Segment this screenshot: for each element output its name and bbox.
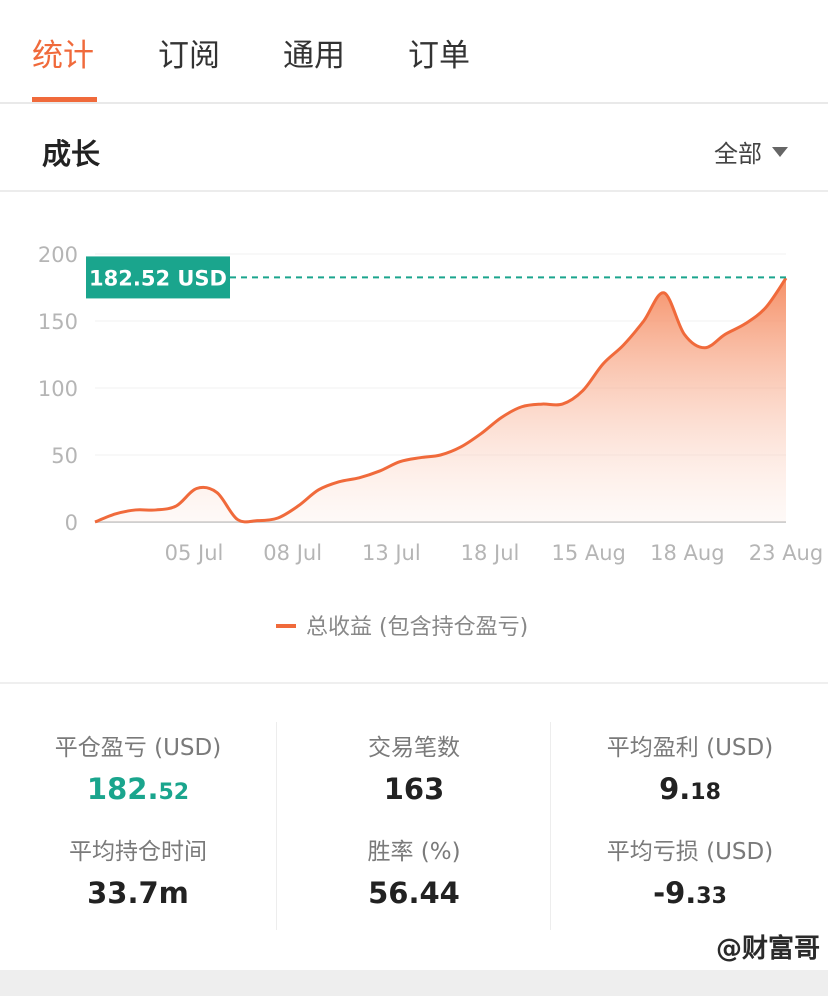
section-title: 成长 (42, 137, 101, 171)
x-tick-label: 15 Aug (551, 541, 625, 565)
x-tick-label: 18 Aug (650, 541, 724, 565)
tab-subscription[interactable]: 订阅 (158, 30, 220, 75)
column-separator (550, 722, 551, 930)
stat-label: 交易笔数 (368, 735, 460, 761)
y-tick-label: 0 (65, 511, 78, 535)
column-separator (276, 722, 277, 930)
caret-down-icon (772, 146, 788, 157)
x-tick-label: 18 Jul (461, 541, 520, 565)
stat-label: 平仓盈亏 (USD) (54, 735, 222, 761)
stat-value: 56.44 (368, 876, 460, 910)
stat-avg-loss: 平均亏损 (USD) -9.33 (552, 832, 828, 910)
growth-header: 成长 全部 (0, 104, 828, 192)
y-tick-label: 150 (38, 310, 78, 334)
stat-label: 胜率 (%) (367, 839, 461, 865)
stat-trade-count: 交易笔数 163 (276, 728, 552, 806)
stat-value: 9.18 (659, 772, 721, 806)
stat-realized-pnl: 平仓盈亏 (USD) 182.52 (0, 728, 276, 806)
x-tick-label: 08 Jul (263, 541, 322, 565)
stat-value: 182.52 (86, 772, 190, 806)
callout-label: 182.52 USD (89, 266, 227, 290)
tab-statistics[interactable]: 统计 (32, 30, 94, 75)
stat-value: 33.7m (87, 876, 189, 910)
x-tick-label: 23 Aug (749, 541, 823, 565)
divider (0, 682, 828, 684)
y-tick-label: 50 (51, 444, 78, 468)
tab-general[interactable]: 通用 (283, 30, 345, 75)
growth-chart: 200 150 100 50 0 05 Jul 08 Jul 13 Jul 18 Jul 15 … (38, 243, 823, 640)
active-tab-indicator (32, 97, 97, 102)
y-tick-label: 200 (38, 243, 78, 267)
range-filter-label: 全部 (714, 140, 762, 168)
stat-avg-hold-time: 平均持仓时间 33.7m (0, 832, 276, 910)
y-tick-label: 100 (38, 377, 78, 401)
x-tick-label: 13 Jul (362, 541, 421, 565)
stat-label: 平均持仓时间 (69, 839, 207, 865)
legend-label: 总收益 (包含持仓盈亏) (306, 615, 528, 640)
stat-win-rate: 胜率 (%) 56.44 (276, 832, 552, 910)
stat-value: -9.33 (653, 876, 727, 910)
stat-label: 平均亏损 (USD) (606, 839, 774, 865)
footer-bar (0, 970, 828, 996)
range-filter-dropdown[interactable]: 全部 (714, 134, 788, 169)
series-area (95, 278, 786, 522)
tab-orders[interactable]: 订单 (408, 30, 470, 75)
tab-bar: 统计 订阅 通用 订单 (0, 0, 828, 104)
watermark: @财富哥 (715, 934, 820, 964)
stat-label: 平均盈利 (USD) (606, 735, 774, 761)
stat-value: 163 (383, 772, 445, 806)
x-tick-label: 05 Jul (165, 541, 224, 565)
stat-avg-profit: 平均盈利 (USD) 9.18 (552, 728, 828, 806)
